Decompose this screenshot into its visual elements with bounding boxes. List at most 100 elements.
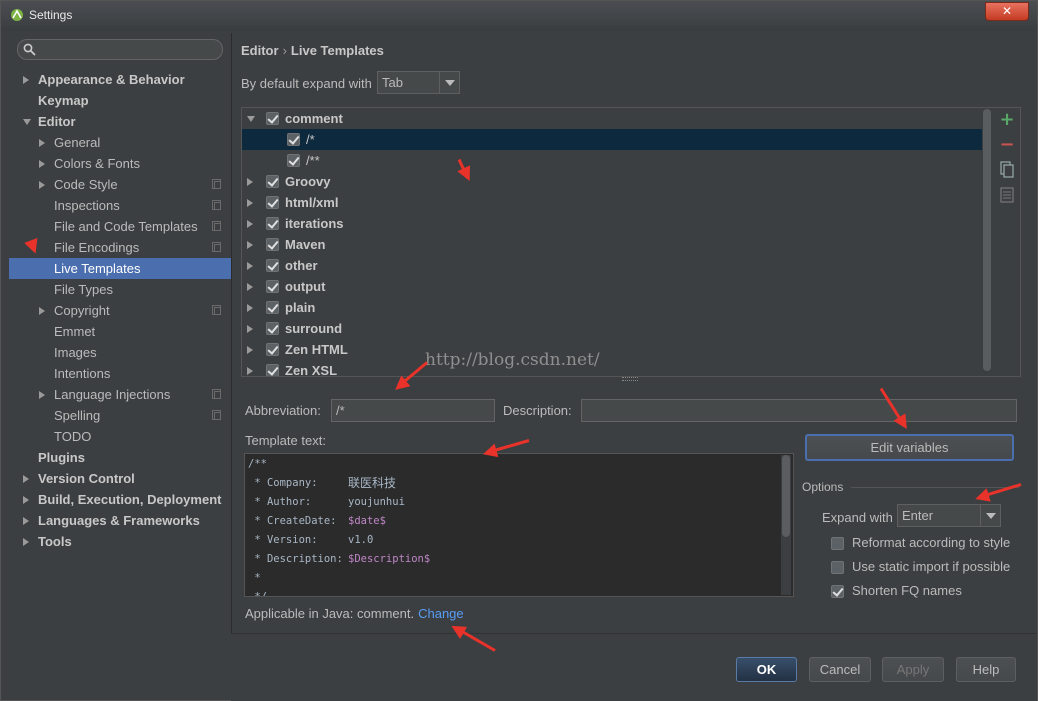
sidebar-item[interactable]: Emmet <box>9 321 231 342</box>
expand-with-select[interactable]: Enter <box>897 504 1001 527</box>
sidebar-item[interactable]: Intentions <box>9 363 231 384</box>
sidebar-item[interactable]: File Types <box>9 279 231 300</box>
cancel-button[interactable]: Cancel <box>809 657 871 682</box>
splitter[interactable] <box>231 33 232 633</box>
expanded-arrow-icon[interactable] <box>23 119 31 125</box>
sidebar-item[interactable]: Language Injections <box>9 384 231 405</box>
collapsed-arrow-icon[interactable] <box>39 160 45 168</box>
sidebar-item[interactable]: Build, Execution, Deployment <box>9 489 231 510</box>
sidebar-item[interactable]: Plugins <box>9 447 231 468</box>
collapsed-arrow-icon[interactable] <box>247 220 253 228</box>
ok-button[interactable]: OK <box>736 657 797 682</box>
template-group[interactable]: comment <box>242 108 982 129</box>
option-checkbox[interactable] <box>831 561 844 574</box>
template-checkbox[interactable] <box>266 343 279 356</box>
chevron-down-icon[interactable] <box>980 505 1000 526</box>
collapsed-arrow-icon[interactable] <box>39 139 45 147</box>
search-input[interactable] <box>40 41 218 58</box>
template-checkbox[interactable] <box>266 217 279 230</box>
help-button[interactable]: Help <box>956 657 1016 682</box>
template-checkbox[interactable] <box>266 301 279 314</box>
collapsed-arrow-icon[interactable] <box>39 181 45 189</box>
collapsed-arrow-icon[interactable] <box>247 283 253 291</box>
collapsed-arrow-icon[interactable] <box>247 325 253 333</box>
remove-icon[interactable]: − <box>995 134 1019 156</box>
template-checkbox[interactable] <box>266 280 279 293</box>
template-group[interactable]: output <box>242 276 982 297</box>
collapsed-arrow-icon[interactable] <box>39 307 45 315</box>
sidebar-item[interactable]: Inspections <box>9 195 231 216</box>
description-input[interactable] <box>581 399 1017 422</box>
sidebar-item[interactable]: Editor <box>9 111 231 132</box>
close-button[interactable]: ✕ <box>985 2 1029 21</box>
collapsed-arrow-icon[interactable] <box>23 76 29 84</box>
template-group[interactable]: html/xml <box>242 192 982 213</box>
template-text-editor[interactable]: /** * Company: 联医科技 * Author: youjunhui * … <box>244 453 794 597</box>
template-item[interactable]: /** <box>242 150 982 171</box>
change-context-link[interactable]: Change <box>418 606 464 621</box>
template-group[interactable]: surround <box>242 318 982 339</box>
template-group[interactable]: iterations <box>242 213 982 234</box>
abbreviation-input[interactable] <box>331 399 495 422</box>
collapsed-arrow-icon[interactable] <box>247 367 253 375</box>
template-item[interactable]: /* <box>242 129 982 150</box>
sidebar-item[interactable]: Appearance & Behavior <box>9 69 231 90</box>
template-group[interactable]: plain <box>242 297 982 318</box>
template-group[interactable]: Zen XSL <box>242 360 982 377</box>
sidebar-item[interactable]: General <box>9 132 231 153</box>
sidebar-item[interactable]: Version Control <box>9 468 231 489</box>
collapsed-arrow-icon[interactable] <box>23 475 29 483</box>
add-icon[interactable]: + <box>995 109 1019 131</box>
collapsed-arrow-icon[interactable] <box>23 496 29 504</box>
option-checkbox[interactable] <box>831 585 844 598</box>
collapsed-arrow-icon[interactable] <box>23 538 29 546</box>
default-expand-select[interactable]: Tab <box>377 71 460 94</box>
sidebar-item[interactable]: Spelling <box>9 405 231 426</box>
template-checkbox[interactable] <box>266 259 279 272</box>
template-group[interactable]: Groovy <box>242 171 982 192</box>
template-group[interactable]: other <box>242 255 982 276</box>
sidebar-item[interactable]: File Encodings <box>9 237 231 258</box>
template-group[interactable]: Maven <box>242 234 982 255</box>
sidebar-item[interactable]: Live Templates <box>9 258 231 279</box>
template-checkbox[interactable] <box>287 154 300 167</box>
template-checkbox[interactable] <box>287 133 300 146</box>
sidebar-item-label: Intentions <box>54 366 111 381</box>
sidebar-item[interactable]: Images <box>9 342 231 363</box>
collapsed-arrow-icon[interactable] <box>247 241 253 249</box>
option-checkbox[interactable] <box>831 537 844 550</box>
template-label: Zen XSL <box>285 363 338 377</box>
collapsed-arrow-icon[interactable] <box>247 199 253 207</box>
collapsed-arrow-icon[interactable] <box>247 346 253 354</box>
template-checkbox[interactable] <box>266 238 279 251</box>
sidebar-item[interactable]: Copyright <box>9 300 231 321</box>
sidebar-item[interactable]: Code Style <box>9 174 231 195</box>
template-checkbox[interactable] <box>266 196 279 209</box>
sidebar-item[interactable]: Keymap <box>9 90 231 111</box>
template-checkbox[interactable] <box>266 175 279 188</box>
copy-icon[interactable] <box>995 159 1019 181</box>
sidebar-item[interactable]: File and Code Templates <box>9 216 231 237</box>
sidebar-item[interactable]: Tools <box>9 531 231 552</box>
templates-scrollbar[interactable] <box>983 109 991 371</box>
collapsed-arrow-icon[interactable] <box>39 391 45 399</box>
collapsed-arrow-icon[interactable] <box>247 262 253 270</box>
collapsed-arrow-icon[interactable] <box>247 304 253 312</box>
resize-grip[interactable] <box>622 377 638 381</box>
expanded-arrow-icon[interactable] <box>247 116 255 122</box>
sidebar-item[interactable]: Languages & Frameworks <box>9 510 231 531</box>
chevron-down-icon[interactable] <box>439 72 459 93</box>
collapsed-arrow-icon[interactable] <box>247 178 253 186</box>
template-group[interactable]: Zen HTML <box>242 339 982 360</box>
edit-variables-button[interactable]: Edit variables <box>805 434 1014 461</box>
editor-scrollbar[interactable] <box>781 455 791 595</box>
list-icon[interactable] <box>995 184 1019 206</box>
apply-button[interactable]: Apply <box>882 657 944 682</box>
sidebar-item[interactable]: TODO <box>9 426 231 447</box>
search-box[interactable] <box>17 39 223 60</box>
collapsed-arrow-icon[interactable] <box>23 517 29 525</box>
template-checkbox[interactable] <box>266 112 279 125</box>
sidebar-item[interactable]: Colors & Fonts <box>9 153 231 174</box>
template-checkbox[interactable] <box>266 364 279 376</box>
template-checkbox[interactable] <box>266 322 279 335</box>
